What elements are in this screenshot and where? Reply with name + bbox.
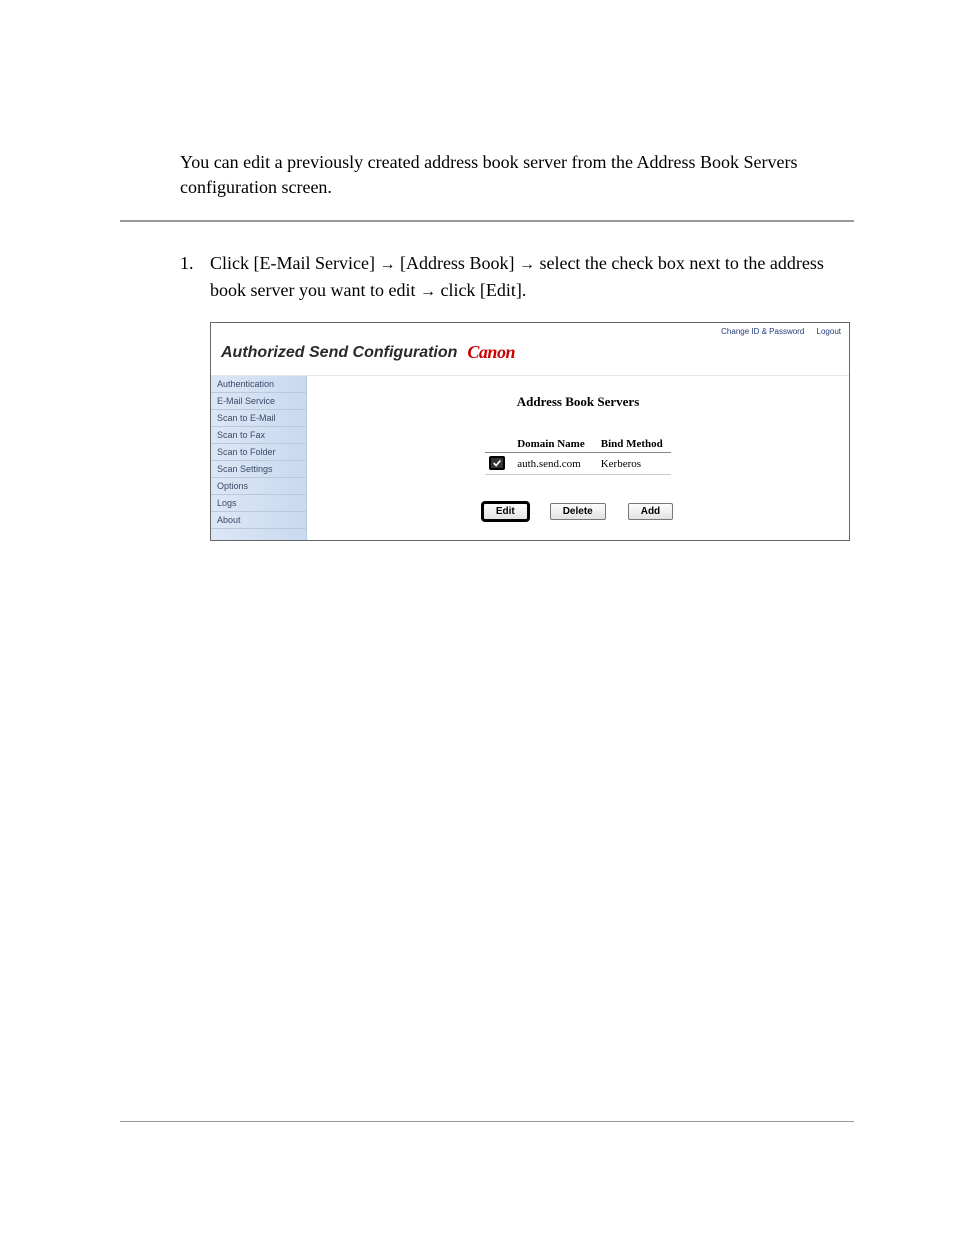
- sidebar-item-authentication[interactable]: Authentication: [211, 376, 306, 393]
- row-checkbox[interactable]: [489, 456, 505, 470]
- step-part-a: Click [E-Mail Service]: [210, 253, 379, 273]
- sidebar-item-scan-to-fax[interactable]: Scan to Fax: [211, 427, 306, 444]
- add-button[interactable]: Add: [628, 503, 673, 520]
- sidebar-item-scan-to-folder[interactable]: Scan to Folder: [211, 444, 306, 461]
- table-row: auth.send.com Kerberos: [485, 453, 671, 475]
- cell-domain: auth.send.com: [509, 453, 593, 475]
- step-number: 1.: [180, 250, 210, 304]
- arrow-icon: →: [420, 283, 436, 300]
- arrow-icon: →: [379, 256, 395, 273]
- brand-row: Authorized Send Configuration Canon: [211, 336, 849, 375]
- arrow-icon: →: [519, 256, 535, 273]
- col-domain-name: Domain Name: [509, 436, 593, 453]
- sidebar-item-about[interactable]: About: [211, 512, 306, 529]
- sidebar-item-email-service[interactable]: E-Mail Service: [211, 393, 306, 410]
- config-screenshot: Change ID & Password Logout Authorized S…: [210, 322, 850, 541]
- delete-button[interactable]: Delete: [550, 503, 606, 520]
- canon-logo: Canon: [467, 342, 515, 363]
- sidebar-item-options[interactable]: Options: [211, 478, 306, 495]
- address-book-table: Domain Name Bind Method auth.send.com Ke…: [485, 436, 671, 475]
- main-panel: Address Book Servers Domain Name Bind Me…: [307, 376, 849, 540]
- edit-button[interactable]: Edit: [483, 503, 528, 520]
- sidebar-item-scan-to-email[interactable]: Scan to E-Mail: [211, 410, 306, 427]
- step-1: 1. Click [E-Mail Service] → [Address Boo…: [180, 250, 854, 304]
- page-title: Authorized Send Configuration: [221, 344, 457, 362]
- logout-link[interactable]: Logout: [817, 327, 841, 336]
- sidebar-item-logs[interactable]: Logs: [211, 495, 306, 512]
- intro-paragraph: You can edit a previously created addres…: [180, 150, 854, 200]
- top-links: Change ID & Password Logout: [211, 323, 849, 336]
- panel-title: Address Book Servers: [327, 394, 829, 410]
- change-id-password-link[interactable]: Change ID & Password: [721, 327, 804, 336]
- col-bind-method: Bind Method: [593, 436, 671, 453]
- bottom-divider: [120, 1121, 854, 1122]
- button-row: Edit Delete Add: [327, 503, 829, 520]
- sidebar-item-scan-settings[interactable]: Scan Settings: [211, 461, 306, 478]
- divider: [120, 220, 854, 222]
- col-checkbox: [485, 436, 509, 453]
- step-part-d: click [Edit].: [436, 280, 526, 300]
- step-text: Click [E-Mail Service] → [Address Book] …: [210, 250, 854, 304]
- sidebar: Authentication E-Mail Service Scan to E-…: [211, 376, 307, 540]
- step-part-b: [Address Book]: [395, 253, 519, 273]
- cell-bind: Kerberos: [593, 453, 671, 475]
- check-icon: [492, 458, 502, 468]
